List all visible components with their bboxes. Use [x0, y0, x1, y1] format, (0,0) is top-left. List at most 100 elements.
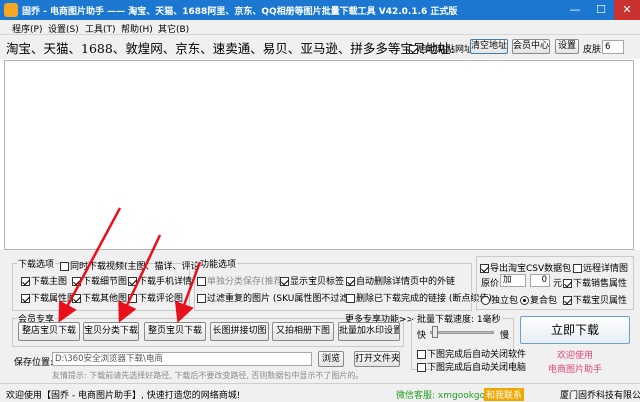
settings-button[interactable]: 设置 — [555, 39, 579, 54]
checkbox-mark — [480, 264, 489, 273]
checkbox-mark — [21, 277, 30, 286]
delete-completed-checkbox[interactable]: 删除已下载完成的链接 (断点续传) — [346, 291, 492, 304]
category-save-checkbox[interactable]: 单独分类保存(推荐) — [197, 274, 286, 287]
whole-page-download-button[interactable]: 整页宝贝下载 — [144, 322, 206, 341]
video-download-label: 同时下载视频(主图、猫详、评论) — [70, 262, 204, 272]
maximize-button[interactable]: ☐ — [588, 0, 614, 20]
checkbox-mark — [72, 277, 81, 286]
download-attr-images-checkbox[interactable]: 下载宝贝属性 — [563, 293, 627, 306]
save-location-label: 保存位置: — [14, 358, 54, 368]
member-center-button[interactable]: 会员中心 — [512, 39, 550, 54]
price-label: 原价 — [481, 279, 500, 289]
skin-spinner[interactable]: 6 — [602, 40, 624, 54]
checkbox-mark — [60, 262, 69, 271]
close-button[interactable]: ✕ — [614, 0, 640, 20]
delete-outlinks-checkbox[interactable]: 自动删除详情页中的外链 — [346, 274, 455, 287]
window-title: 固乔 - 电商图片助手 —— 淘宝、天猫、1688阿里、京东、QQ相册等图片批量… — [22, 7, 458, 17]
welcome-line-2: 电商图片助手 — [547, 365, 602, 375]
checkbox-mark — [563, 296, 572, 305]
checkbox-mark — [197, 294, 206, 303]
standalone-label: 独立包 — [491, 296, 519, 306]
menu-tools[interactable]: 工具(T) — [85, 22, 116, 35]
menu-settings[interactable]: 设置(S) — [48, 22, 79, 35]
price-value-input[interactable]: 0 — [530, 274, 550, 287]
menu-program[interactable]: 程序(P) — [12, 22, 42, 35]
filter-duplicates-checkbox[interactable]: 过滤重复的图片 (SKU属性图不过滤) — [197, 291, 352, 304]
download-main-image-checkbox[interactable]: 下载主图 — [21, 274, 67, 287]
youpai-album-download-button[interactable]: 又拍相册下图 — [272, 322, 334, 341]
category-download-button[interactable]: 宝贝分类下载 — [83, 322, 139, 341]
price-operator-select[interactable]: 加 — [500, 274, 526, 287]
show-tags-checkbox[interactable]: 显示宝贝标签 — [280, 274, 344, 287]
export-csv-label: 导出淘宝CSV数据包 — [490, 264, 572, 274]
standalone-radio[interactable]: 独立包 — [481, 293, 518, 306]
show-tags-label: 显示宝贝标签 — [290, 277, 345, 287]
download-attr-image-checkbox[interactable]: 下载属性图 — [21, 291, 76, 304]
checkbox-mark — [417, 363, 426, 372]
export-csv-checkbox[interactable]: 导出淘宝CSV数据包 — [480, 261, 571, 274]
save-path-input[interactable]: D:\360安全浏览器下载\电商 — [52, 352, 312, 366]
title-bar: 固乔 - 电商图片助手 —— 淘宝、天猫、1688阿里、京东、QQ相册等图片批量… — [0, 0, 640, 20]
skin-label: 皮肤: — [583, 45, 605, 55]
download-mobile-detail-label: 下载手机详情 — [138, 277, 193, 287]
category-save-label: 单独分类保存(推荐) — [207, 277, 287, 287]
download-review-image-checkbox[interactable]: 下载评论图 — [128, 291, 183, 304]
function-options-title: 功能选项 — [199, 257, 238, 270]
start-download-button[interactable]: 立即下载 — [520, 316, 630, 344]
download-detail-image-checkbox[interactable]: 下载细节图 — [72, 274, 127, 287]
menu-bar: 程序(P) 设置(S) 工具(T) 帮助(H) 其它(B) — [0, 20, 640, 35]
status-welcome: 欢迎使用【固乔 - 电商图片助手】, 快速打造您的网络商城! — [6, 391, 241, 401]
auto-paste-label: 自动粘贴网址 — [419, 45, 474, 55]
url-input-label: 淘宝、天猫、1688、敦煌网、京东、速卖通、易贝、亚马逊、拼多多等宝贝地址: — [6, 41, 455, 56]
download-sales-attr-checkbox[interactable]: 下载销售属性 — [563, 276, 627, 289]
delete-outlinks-label: 自动删除详情页中的外链 — [356, 277, 456, 287]
company-name: 厦门固乔科技有限公司 — [560, 391, 640, 401]
video-download-checkbox[interactable]: 同时下载视频(主图、猫详、评论) — [60, 259, 203, 272]
batch-speed-title: 批量下载速度: 1毫秒 — [416, 312, 502, 325]
download-review-image-label: 下载评论图 — [138, 294, 184, 304]
filter-duplicates-label: 过滤重复的图片 (SKU属性图不过滤) — [207, 294, 352, 304]
merged-label: 复合包 — [530, 296, 558, 306]
auto-shutdown-checkbox[interactable]: 下图完成后自动关闭电脑 — [417, 360, 526, 373]
checkbox-mark — [573, 264, 582, 273]
app-logo-icon — [4, 3, 18, 17]
price-unit: 元 — [553, 279, 563, 289]
open-folder-button[interactable]: 打开文件夹 — [354, 351, 400, 367]
status-bar: 欢迎使用【固乔 - 电商图片助手】, 快速打造您的网络商城! 微信客服: xmg… — [0, 383, 640, 402]
menu-help[interactable]: 帮助(H) — [121, 22, 153, 35]
download-mobile-detail-checkbox[interactable]: 下载手机详情 — [128, 274, 192, 287]
radio-mark — [481, 296, 490, 305]
auto-paste-checkbox[interactable]: 自动粘贴网址 — [409, 42, 473, 55]
checkbox-mark — [21, 294, 30, 303]
speed-slider-thumb[interactable] — [432, 326, 439, 338]
clear-address-button[interactable]: 清空地址 — [470, 39, 508, 54]
checkbox-mark — [563, 279, 572, 288]
speed-slow-label: 慢 — [500, 331, 510, 341]
auto-close-software-checkbox[interactable]: 下图完成后自动关闭软件 — [417, 347, 526, 360]
contact-link[interactable]: 和我联系 — [484, 388, 525, 401]
download-other-image-checkbox[interactable]: 下载其他图 — [72, 291, 127, 304]
url-textarea[interactable] — [4, 60, 634, 250]
old-details-checkbox[interactable]: 远程详情图 — [573, 261, 628, 274]
whole-shop-download-button[interactable]: 整店宝贝下载 — [18, 322, 80, 341]
auto-shutdown-label: 下图完成后自动关闭电脑 — [427, 363, 527, 373]
minimize-button[interactable]: — — [562, 0, 588, 20]
options-panel: 下载选项 同时下载视频(主图、猫详、评论) 下载主图 下载细节图 下载手机详情 … — [0, 250, 640, 390]
long-image-stitch-button[interactable]: 长图拼接切图 — [210, 322, 269, 341]
radio-mark — [520, 296, 529, 305]
browse-button[interactable]: 浏览 — [318, 351, 344, 367]
menu-other[interactable]: 其它(B) — [158, 22, 189, 35]
download-detail-image-label: 下载细节图 — [82, 277, 128, 287]
download-sales-attr-label: 下载销售属性 — [573, 279, 628, 289]
download-attr-image-label: 下载属性图 — [31, 294, 77, 304]
speed-slider-track[interactable] — [430, 331, 494, 334]
download-other-image-label: 下载其他图 — [82, 294, 128, 304]
batch-watermark-button[interactable]: 批量加水印设置 — [338, 322, 400, 341]
checkbox-mark — [280, 277, 289, 286]
merged-radio[interactable]: 复合包 — [520, 293, 557, 306]
delete-completed-label: 删除已下载完成的链接 (断点续传) — [356, 294, 492, 304]
save-tip: 友情提示: 下载前请先选择好路径, 下载后不要改变路径, 否则数据包中显示不了图… — [52, 371, 364, 380]
checkbox-mark — [128, 294, 137, 303]
checkbox-mark — [72, 294, 81, 303]
checkbox-mark — [417, 350, 426, 359]
